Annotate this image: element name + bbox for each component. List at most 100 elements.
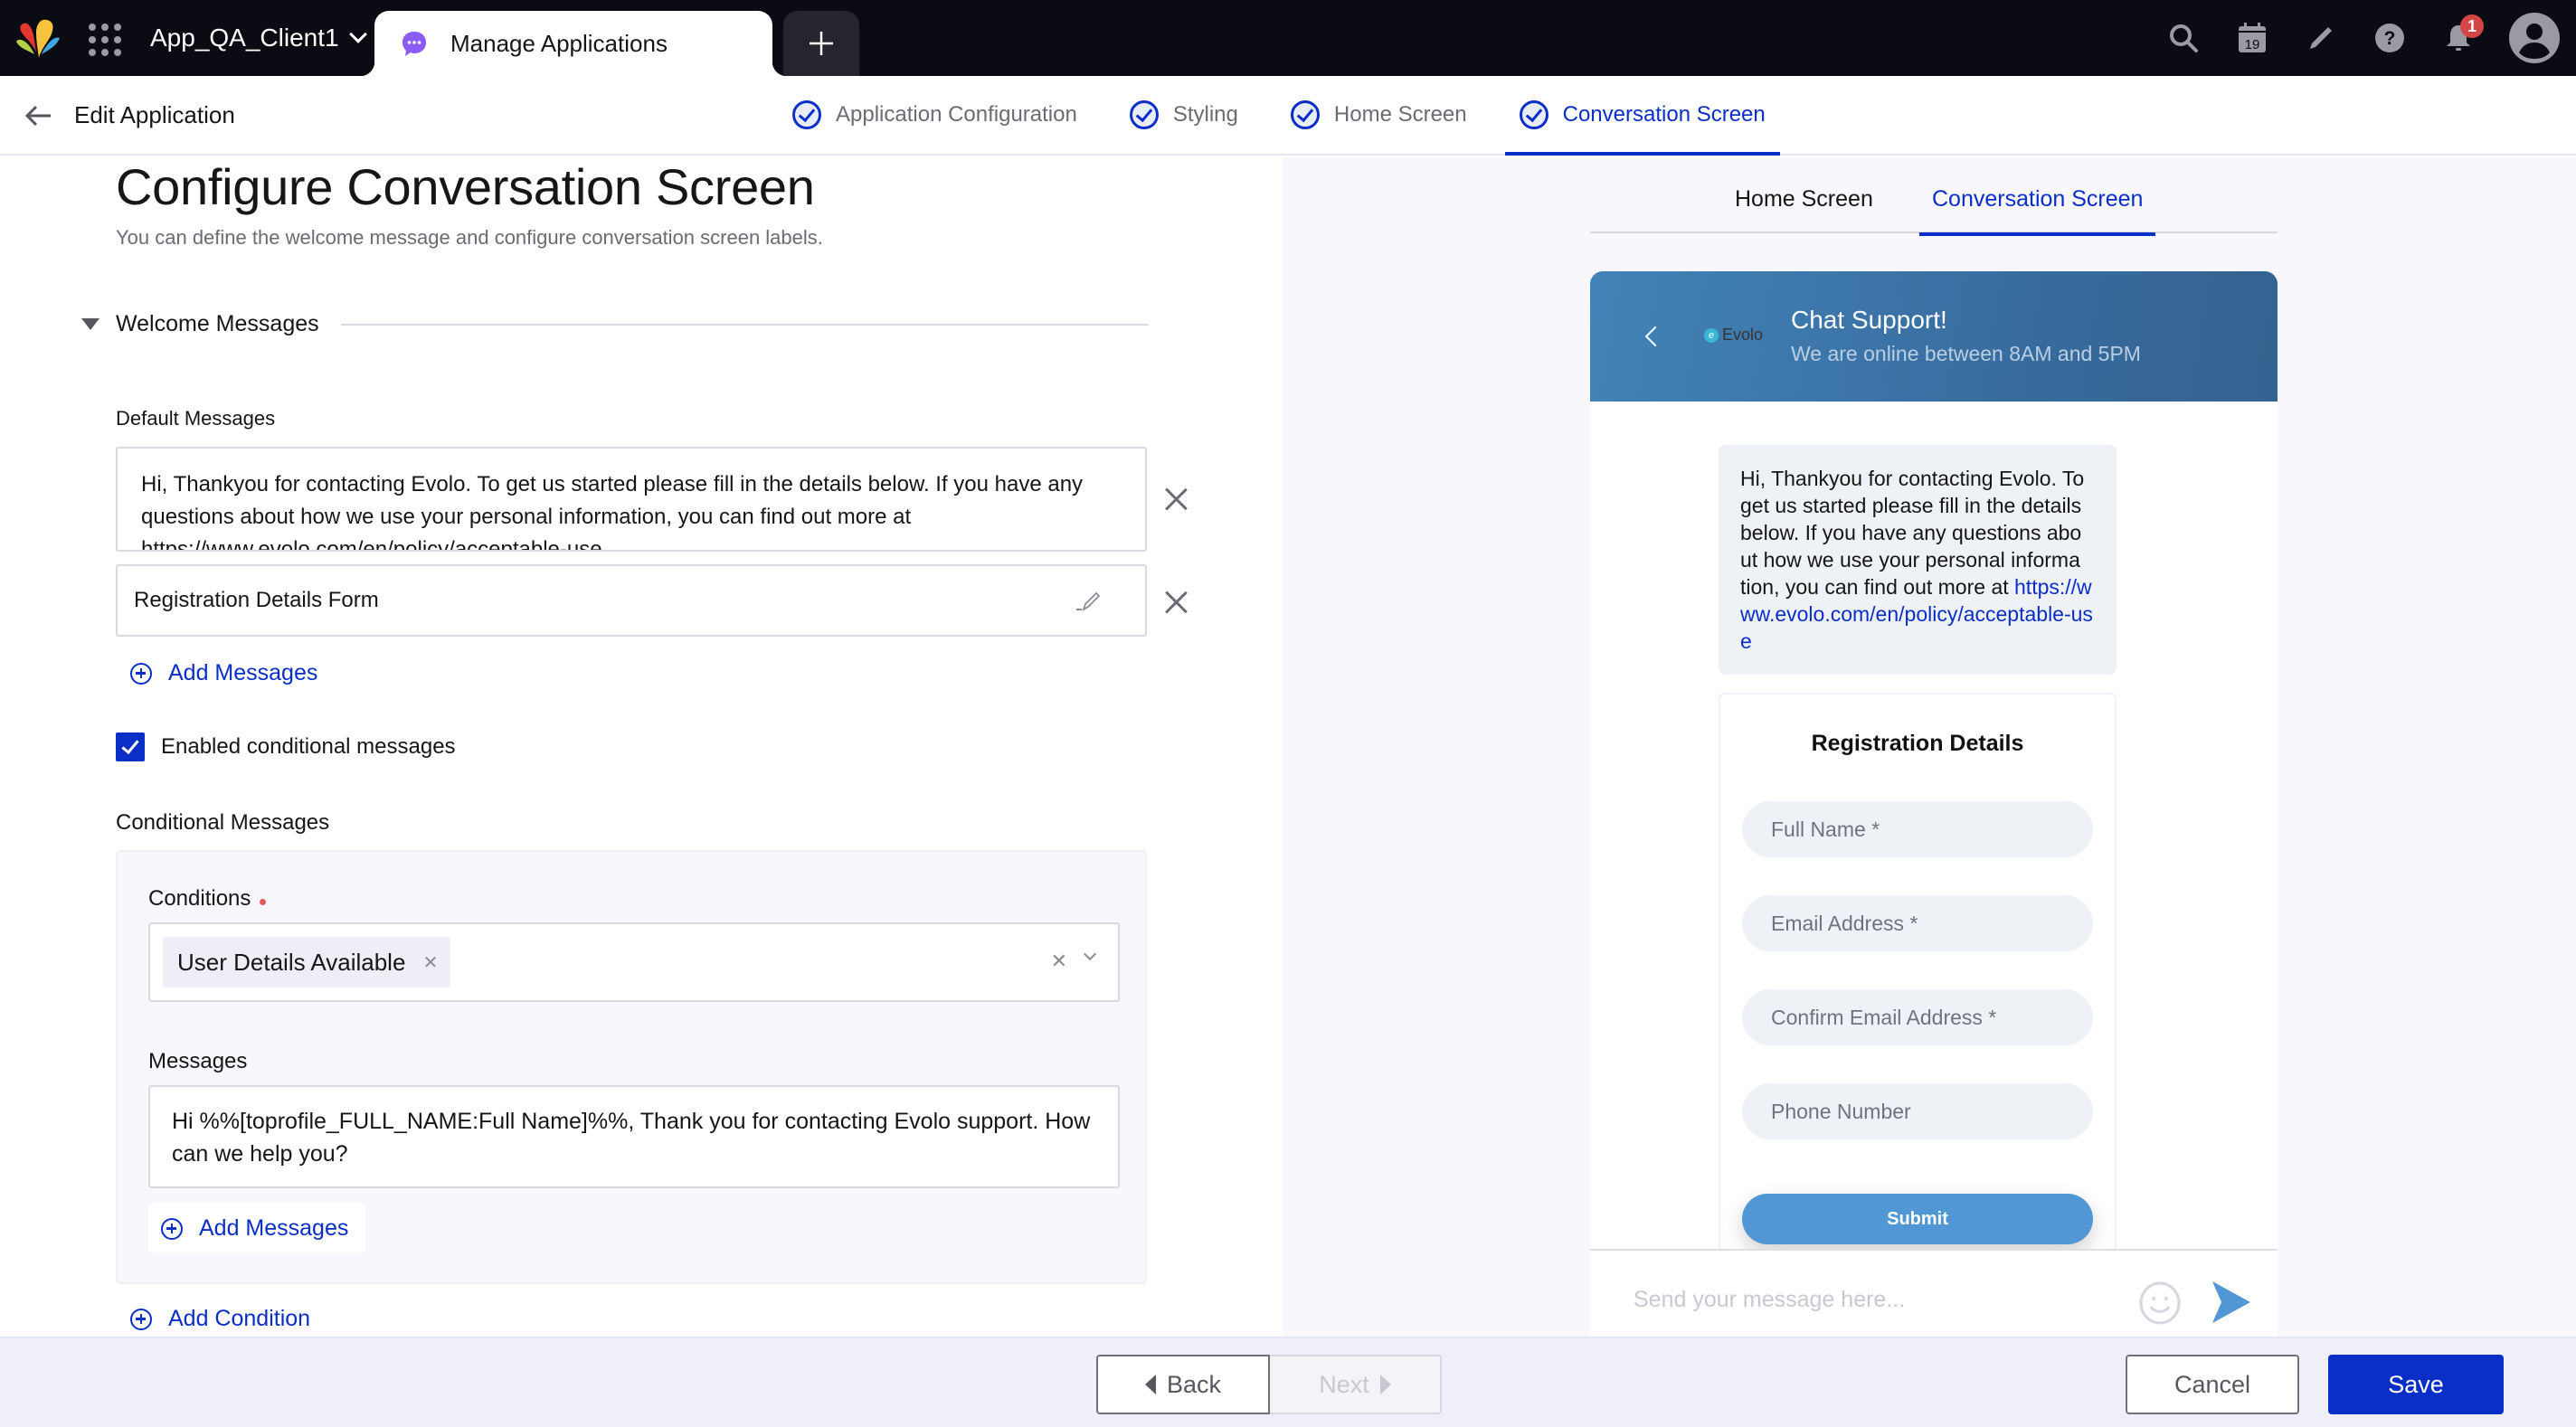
search-icon <box>2170 24 2198 52</box>
clear-selection-icon[interactable]: ✕ <box>1051 950 1067 973</box>
edit-button[interactable] <box>2287 0 2355 76</box>
search-button[interactable] <box>2149 0 2218 76</box>
message-input[interactable]: Send your message here... <box>1634 1287 1905 1313</box>
preview-tab-home-screen[interactable]: Home Screen <box>1735 186 1873 225</box>
tab-manage-applications[interactable]: Manage Applications <box>360 11 787 76</box>
page-header-title: Edit Application <box>74 101 235 128</box>
new-tab-button[interactable] <box>783 11 859 76</box>
add-conditional-messages-wrapper: Add Messages <box>148 1203 365 1253</box>
enable-conditional-messages-checkbox[interactable]: Enabled conditional messages <box>116 732 456 761</box>
next-button[interactable]: Next <box>1270 1355 1442 1414</box>
tab-label: Manage Applications <box>450 29 668 57</box>
calendar-icon: 19 <box>2239 23 2266 52</box>
cancel-button[interactable]: Cancel <box>2126 1355 2299 1414</box>
conditions-label-text: Conditions <box>148 886 251 911</box>
notifications-button[interactable]: 1 <box>2424 0 2493 76</box>
chevron-left-icon[interactable] <box>1644 326 1666 347</box>
check-circle-icon <box>1290 100 1320 129</box>
checkbox-label: Enabled conditional messages <box>161 734 456 759</box>
help-button[interactable]: ? <box>2355 0 2424 76</box>
preview-panel: Home Screen Conversation Screen e Evolo … <box>1283 157 2576 1337</box>
plus-icon <box>810 32 833 55</box>
user-menu-button[interactable] <box>2493 0 2576 76</box>
required-indicator <box>260 898 267 905</box>
chat-subtitle: We are online between 8AM and 5PM <box>1791 342 2141 365</box>
evolo-logo-icon: e <box>1704 327 1719 343</box>
remove-tag-icon[interactable]: ✕ <box>423 951 439 974</box>
svg-text:19: 19 <box>2245 37 2260 52</box>
calendar-button[interactable]: 19 <box>2218 0 2287 76</box>
preview-tabs: Home Screen Conversation Screen <box>1590 157 2278 236</box>
messages-label: Messages <box>148 1049 248 1073</box>
notification-badge: 1 <box>2460 14 2484 38</box>
add-condition-button[interactable]: Add Condition <box>130 1306 310 1332</box>
svg-text:?: ? <box>2384 28 2396 49</box>
step-label: Styling <box>1172 102 1238 127</box>
chat-title: Chat Support! <box>1791 306 1947 334</box>
conditional-message-field[interactable]: Hi %%[toprofile_FULL_NAME:Full Name]%%, … <box>148 1085 1120 1188</box>
full-name-input[interactable]: Full Name * <box>1742 801 2093 857</box>
confirm-email-input[interactable]: Confirm Email Address * <box>1742 989 2093 1045</box>
back-arrow-icon[interactable] <box>22 99 54 132</box>
conditional-message-text: Hi %%[toprofile_FULL_NAME:Full Name]%%, … <box>172 1109 1091 1167</box>
phone-number-input[interactable]: Phone Number <box>1742 1083 2093 1139</box>
client-name: App_QA_Client1 <box>150 24 339 52</box>
registration-form-card: Registration Details Full Name * Email A… <box>1719 693 2117 1326</box>
email-input[interactable]: Email Address * <box>1742 895 2093 951</box>
caret-left-icon <box>1144 1375 1156 1394</box>
add-messages-label: Add Messages <box>199 1215 349 1241</box>
page-title: Configure Conversation Screen <box>116 158 815 215</box>
sub-header: Edit Application Application Configurati… <box>0 76 2576 156</box>
welcome-messages-section-toggle[interactable]: Welcome Messages <box>81 311 1149 337</box>
bot-message: Hi, Thankyou for contacting Evolo. To ge… <box>1719 445 2117 675</box>
default-message-text: Hi, Thankyou for contacting Evolo. To ge… <box>141 472 1084 552</box>
default-messages-label: Default Messages <box>116 407 276 430</box>
condition-card: Conditions User Details Available ✕ ✕ Me… <box>116 850 1147 1284</box>
emoji-icon[interactable] <box>2138 1281 2182 1325</box>
remove-form-button[interactable] <box>1160 586 1192 619</box>
back-label: Back <box>1166 1370 1222 1398</box>
remove-message-button[interactable] <box>1160 483 1192 515</box>
form-message-field[interactable]: Registration Details Form <box>116 564 1147 637</box>
add-conditional-messages-button[interactable]: Add Messages <box>161 1215 348 1242</box>
apps-grid-icon[interactable] <box>89 24 121 56</box>
checkbox-checked-icon[interactable] <box>116 732 145 761</box>
chevron-down-icon[interactable] <box>1083 947 1097 961</box>
conditions-label: Conditions <box>148 886 267 912</box>
chevron-down-icon <box>348 25 367 43</box>
default-message-text-field[interactable]: Hi, Thankyou for contacting Evolo. To ge… <box>116 447 1147 552</box>
plus-circle-icon <box>130 662 152 685</box>
footer-bar: Back Next Cancel Save <box>0 1337 2576 1427</box>
send-icon[interactable] <box>2209 1280 2252 1325</box>
step-home-screen[interactable]: Home Screen <box>1276 76 1482 154</box>
pencil-edit-icon[interactable] <box>1075 590 1102 613</box>
section-title: Welcome Messages <box>116 311 319 336</box>
message-composer: Send your message here... <box>1590 1249 2278 1337</box>
condition-tag-label: User Details Available <box>177 948 406 976</box>
page-subtitle: You can define the welcome message and c… <box>116 226 823 249</box>
step-conversation-screen[interactable]: Conversation Screen <box>1504 76 1780 156</box>
save-button[interactable]: Save <box>2328 1355 2504 1414</box>
condition-tag: User Details Available ✕ <box>163 937 451 988</box>
chat-header: e Evolo Chat Support! We are online betw… <box>1590 271 2278 402</box>
brand-logo-icon[interactable] <box>14 18 62 60</box>
step-styling[interactable]: Styling <box>1115 76 1253 154</box>
brand-name: Evolo <box>1722 326 1764 344</box>
divider <box>340 323 1149 326</box>
form-title: Registration Details <box>1811 731 2024 756</box>
step-label: Conversation Screen <box>1562 102 1766 127</box>
step-label: Application Configuration <box>836 102 1077 127</box>
client-switcher[interactable]: App_QA_Client1 <box>150 22 367 54</box>
step-application-configuration[interactable]: Application Configuration <box>778 76 1092 154</box>
add-messages-button[interactable]: Add Messages <box>130 660 317 686</box>
caret-down-icon <box>81 318 99 330</box>
conditional-messages-label: Conditional Messages <box>116 810 330 835</box>
back-button[interactable]: Back <box>1096 1355 1270 1414</box>
add-messages-label: Add Messages <box>168 660 318 685</box>
conditions-select[interactable]: User Details Available ✕ ✕ <box>148 922 1120 1002</box>
chat-bubble-icon <box>402 32 426 56</box>
preview-tab-conversation-screen[interactable]: Conversation Screen <box>1918 186 2156 236</box>
chat-preview: e Evolo Chat Support! We are online betw… <box>1590 271 2278 1337</box>
top-bar: App_QA_Client1 Manage Applications 19 ? … <box>0 0 2576 76</box>
submit-button[interactable]: Submit <box>1742 1194 2093 1244</box>
